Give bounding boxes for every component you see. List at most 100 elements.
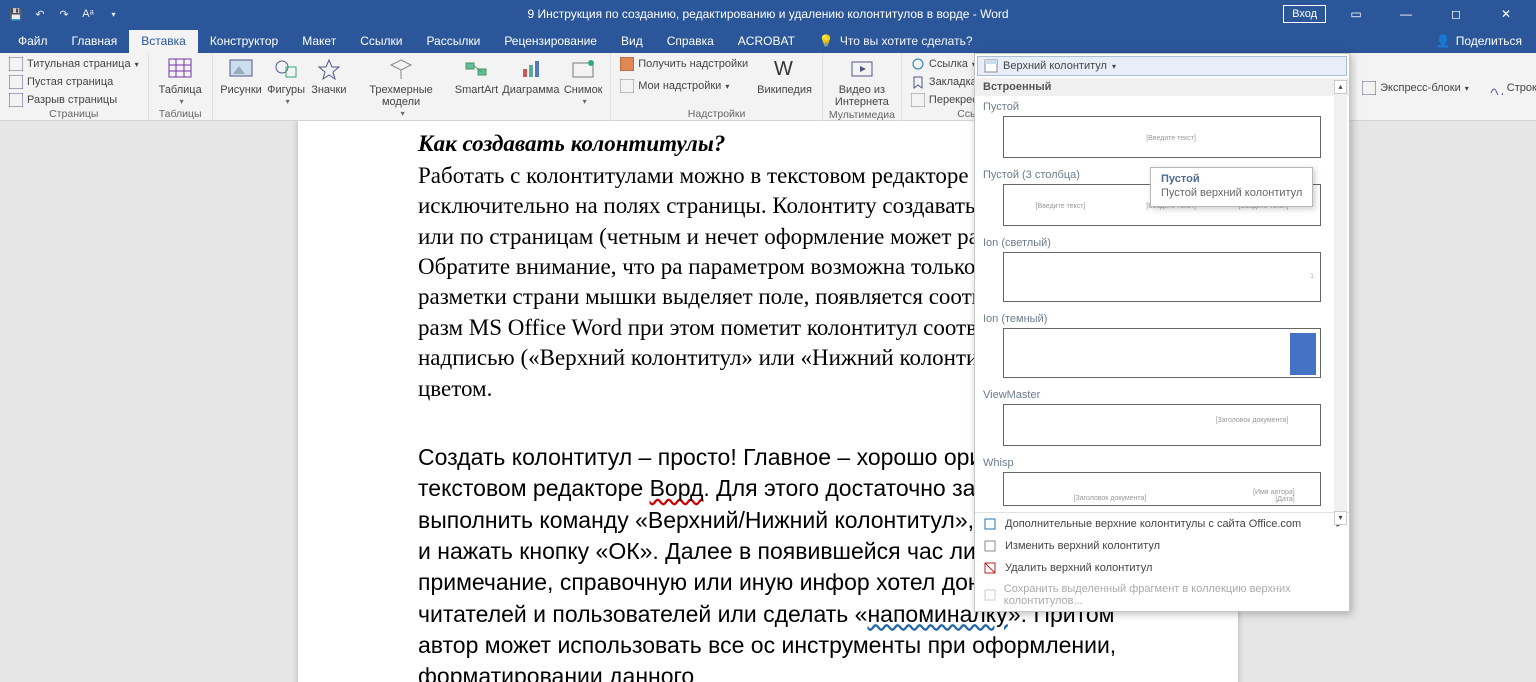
my-addins-button[interactable]: Мои надстройки▾ bbox=[617, 77, 751, 95]
builtin-heading: Встроенный bbox=[975, 78, 1349, 96]
login-button[interactable]: Вход bbox=[1283, 5, 1326, 23]
tab-layout[interactable]: Макет bbox=[290, 30, 348, 53]
3dmodels-button[interactable]: Трехмерные модели bbox=[351, 55, 451, 121]
3dmodels-label: Трехмерные модели bbox=[355, 84, 447, 108]
tab-mailings[interactable]: Рассылки bbox=[414, 30, 492, 53]
tab-acrobat[interactable]: ACROBAT bbox=[726, 30, 807, 53]
online-video-label: Видео из Интернета bbox=[833, 84, 891, 108]
group-illustrations: Рисунки Фигуры Значки Трехмерные модели … bbox=[213, 53, 612, 121]
group-addins-label: Надстройки bbox=[617, 109, 816, 122]
online-video-button[interactable]: Видео из Интернета bbox=[829, 55, 895, 110]
group-tables-label: Таблицы bbox=[155, 109, 206, 122]
pictures-label: Рисунки bbox=[220, 84, 262, 96]
quick-access-toolbar: 💾 ↶ ↷ Aᵃ bbox=[0, 6, 120, 22]
tooltip: Пустой Пустой верхний колонтитул bbox=[1150, 167, 1313, 207]
shapes-button[interactable]: Фигуры bbox=[265, 55, 306, 109]
cover-page-button[interactable]: Титульная страница▾ bbox=[6, 55, 142, 73]
title-bar: 💾 ↶ ↷ Aᵃ 9 Инструкция по созданию, редак… bbox=[0, 0, 1536, 28]
share-label: Поделиться bbox=[1456, 34, 1522, 48]
quick-parts-label: Экспресс-блоки bbox=[1380, 82, 1461, 94]
tab-view[interactable]: Вид bbox=[609, 30, 655, 53]
bookmark-label: Закладка bbox=[929, 76, 977, 88]
quick-parts-button[interactable]: Экспресс-блоки▾ bbox=[1359, 79, 1472, 97]
link-label: Ссылка bbox=[929, 58, 968, 70]
tooltip-desc: Пустой верхний колонтитул bbox=[1161, 187, 1302, 199]
pictures-button[interactable]: Рисунки bbox=[219, 55, 264, 98]
tab-review[interactable]: Рецензирование bbox=[492, 30, 609, 53]
gallery-item-label: ViewMaster bbox=[983, 387, 1341, 404]
header-icon bbox=[984, 59, 998, 73]
gallery-scrollbar[interactable]: ▴▾ bbox=[1334, 80, 1347, 525]
page-break-button[interactable]: Разрыв страницы bbox=[6, 91, 142, 109]
qat-customize-icon[interactable] bbox=[104, 6, 120, 22]
group-addins: Получить надстройки Мои надстройки▾ W Вик… bbox=[611, 53, 823, 121]
smartart-label: SmartArt bbox=[455, 84, 498, 96]
group-pages-label: Страницы bbox=[6, 109, 142, 122]
remove-header-button[interactable]: Удалить верхний колонтитул bbox=[975, 557, 1349, 579]
maximize-button[interactable]: ◻ bbox=[1436, 0, 1476, 28]
save-selection-label: Сохранить выделенный фрагмент в коллекци… bbox=[1004, 583, 1341, 607]
my-addins-label: Мои надстройки bbox=[638, 80, 721, 92]
ribbon-tabs: Файл Главная Вставка Конструктор Макет С… bbox=[0, 28, 1536, 53]
signature-line-button[interactable]: Строка подписи▾ bbox=[1486, 79, 1536, 97]
tab-file[interactable]: Файл bbox=[6, 30, 60, 53]
signature-line-label: Строка подписи bbox=[1507, 82, 1536, 94]
page-break-label: Разрыв страницы bbox=[27, 94, 117, 106]
close-button[interactable]: ✕ bbox=[1486, 0, 1526, 28]
undo-icon[interactable]: ↶ bbox=[32, 6, 48, 22]
gallery-item-viewmaster[interactable]: ViewMaster [Заголовок документа] bbox=[975, 384, 1349, 446]
touch-mode-icon[interactable]: Aᵃ bbox=[80, 6, 96, 22]
tell-me[interactable]: 💡 Что вы хотите сделать? bbox=[807, 30, 985, 53]
share-button[interactable]: 👤 Поделиться bbox=[1422, 30, 1536, 53]
screenshot-button[interactable]: Снимок bbox=[562, 55, 604, 109]
icons-label: Значки bbox=[311, 84, 346, 96]
smartart-button[interactable]: SmartArt bbox=[453, 55, 499, 98]
group-pages: Титульная страница▾ Пустая страница Разр… bbox=[0, 53, 149, 121]
tooltip-title: Пустой bbox=[1161, 173, 1302, 185]
blank-page-label: Пустая страница bbox=[27, 76, 113, 88]
remove-header-label: Удалить верхний колонтитул bbox=[1005, 562, 1152, 574]
tab-home[interactable]: Главная bbox=[60, 30, 130, 53]
tell-me-label: Что вы хотите сделать? bbox=[840, 34, 973, 48]
ribbon-options-icon[interactable]: ▭ bbox=[1336, 0, 1376, 28]
gallery-item-ion-dark[interactable]: Ion (темный) bbox=[975, 308, 1349, 378]
blank-page-button[interactable]: Пустая страница bbox=[6, 73, 142, 91]
header-dropdown-label: Верхний колонтитул bbox=[1003, 60, 1107, 72]
save-icon[interactable]: 💾 bbox=[8, 6, 24, 22]
redo-icon[interactable]: ↷ bbox=[56, 6, 72, 22]
tab-help[interactable]: Справка bbox=[655, 30, 726, 53]
header-dropdown-button[interactable]: Верхний колонтитул▾ bbox=[977, 56, 1347, 76]
group-tables: Таблица Таблицы bbox=[149, 53, 213, 121]
gallery-item-label: Ion (светлый) bbox=[983, 235, 1341, 252]
cover-page-label: Титульная страница bbox=[27, 58, 131, 70]
header-dropdown: Верхний колонтитул▾ Встроенный Пустой [В… bbox=[974, 53, 1350, 612]
group-media: Видео из Интернета Мультимедиа bbox=[823, 53, 902, 121]
table-button[interactable]: Таблица bbox=[155, 55, 206, 109]
wikipedia-button[interactable]: W Википедия bbox=[753, 55, 816, 98]
table-label: Таблица bbox=[159, 84, 202, 96]
tab-insert[interactable]: Вставка bbox=[129, 30, 198, 53]
screenshot-label: Снимок bbox=[564, 84, 603, 96]
minimize-button[interactable]: — bbox=[1386, 0, 1426, 28]
edit-header-label: Изменить верхний колонтитул bbox=[1005, 540, 1160, 552]
get-addins-button[interactable]: Получить надстройки bbox=[617, 55, 751, 73]
bulb-icon: 💡 bbox=[819, 34, 834, 48]
svg-text:W: W bbox=[774, 58, 793, 80]
get-addins-label: Получить надстройки bbox=[638, 58, 748, 70]
gallery-item-label: Whisp bbox=[983, 455, 1341, 472]
document-title: 9 Инструкция по созданию, редактированию… bbox=[527, 7, 1008, 21]
tab-references[interactable]: Ссылки bbox=[348, 30, 414, 53]
wikipedia-label: Википедия bbox=[757, 84, 812, 96]
edit-header-button[interactable]: Изменить верхний колонтитул bbox=[975, 535, 1349, 557]
tab-design[interactable]: Конструктор bbox=[198, 30, 290, 53]
share-icon: 👤 bbox=[1436, 34, 1451, 48]
shapes-label: Фигуры bbox=[267, 84, 305, 96]
gallery-item-empty[interactable]: Пустой [Введите текст] bbox=[975, 96, 1349, 158]
chart-button[interactable]: Диаграмма bbox=[502, 55, 561, 98]
gallery-item-whisp[interactable]: Whisp [Заголовок документа] [Имя автора]… bbox=[975, 452, 1349, 506]
icons-button[interactable]: Значки bbox=[309, 55, 349, 98]
gallery-item-ion-light[interactable]: Ion (светлый) 1 bbox=[975, 232, 1349, 302]
gallery-item-label: Пустой bbox=[983, 99, 1341, 116]
more-headers-button[interactable]: Дополнительные верхние колонтитулы с сай… bbox=[975, 513, 1349, 535]
save-selection-button: Сохранить выделенный фрагмент в коллекци… bbox=[975, 579, 1349, 611]
